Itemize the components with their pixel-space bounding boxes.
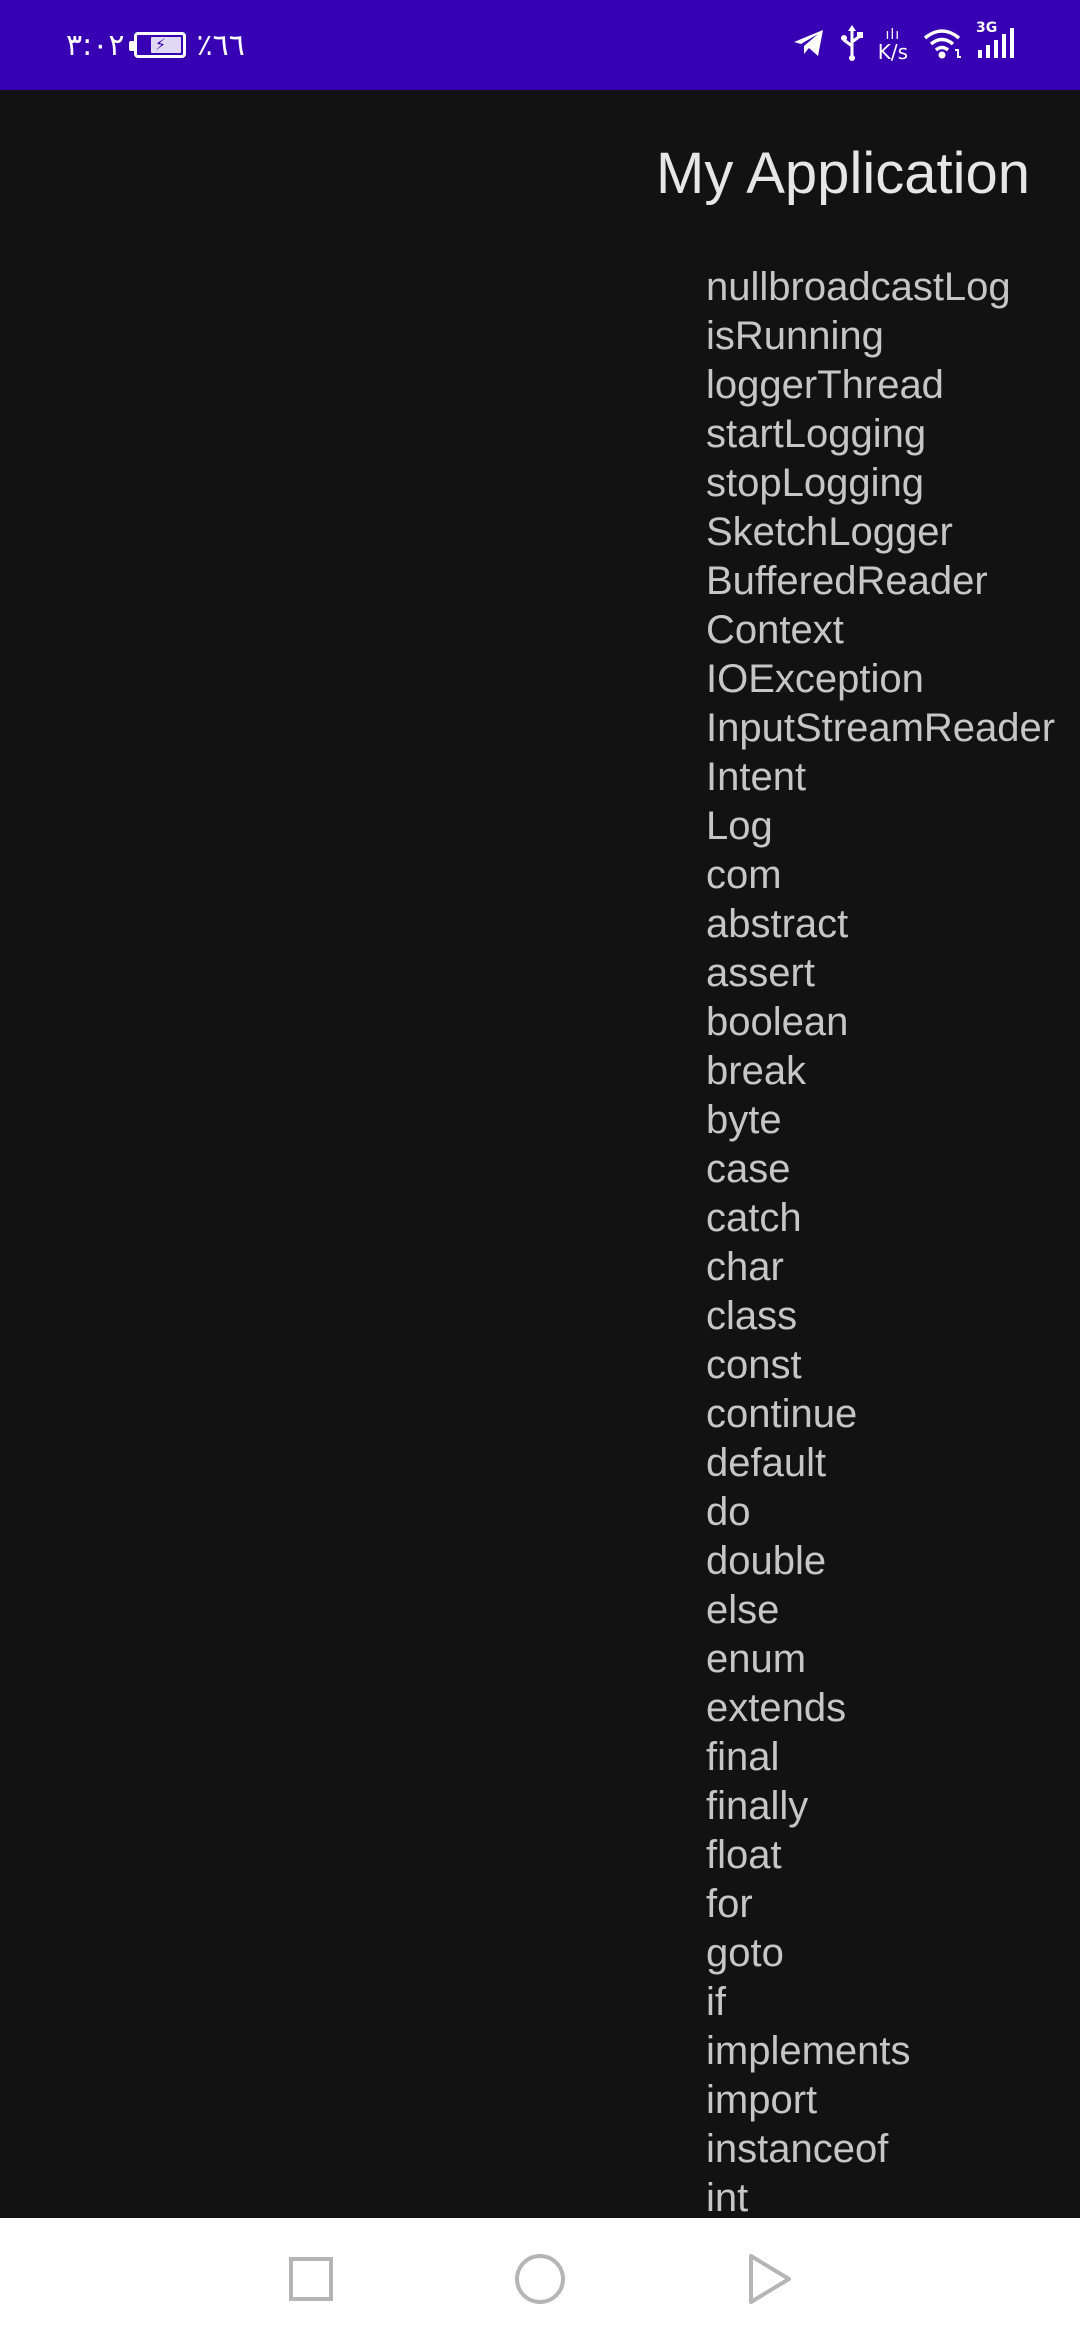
keyword-item: float [706,1833,782,1877]
keyword-item: int [706,2176,749,2218]
keyword-item: byte [706,1098,782,1142]
keyword-item: boolean [706,1000,849,1044]
keyword-item: isRunning [706,314,884,358]
keyword-list: nullbroadcastLog isRunning loggerThread sta… [706,263,1055,2218]
keyword-item: for [706,1882,753,1926]
app-title: My Application [656,141,1030,206]
network-speed-unit: K/s [877,40,908,64]
status-bar: ٣:٠٢ ⚡ ٪٦٦ ılı K/s 3G [0,0,1080,90]
keyword-item: startLogging [706,412,927,456]
keyword-item: Intent [706,755,807,799]
keyword-item: default [706,1441,827,1485]
keyword-item: const [706,1343,802,1387]
keyword-item: abstract [706,902,849,946]
back-icon [749,2254,791,2304]
keyword-item: continue [706,1392,858,1436]
clock: ٣:٠٢ [66,27,125,63]
keyword-item: SketchLogger [706,510,953,554]
keyword-item: Log [706,804,773,848]
keyword-item: stopLogging [706,461,924,505]
wifi-icon [922,27,962,63]
back-button[interactable] [735,2244,805,2314]
status-right-group: ılı K/s 3G [792,20,1014,68]
keyword-item: break [706,1049,807,1093]
keyword-item: loggerThread [706,363,944,407]
network-speed: ılı K/s [878,28,908,62]
keyword-item: if [706,1980,726,2024]
keyword-item: catch [706,1196,802,1240]
keyword-item: InputStreamReader [706,706,1056,750]
keyword-item: IOException [706,657,924,701]
keyword-item: nullbroadcastLog [706,265,1011,309]
keyword-item: do [706,1490,751,1534]
keyword-item: import [706,2078,818,2122]
keyword-item: assert [706,951,815,995]
signal-icon: 3G [976,20,1014,64]
status-left-group: ٣:٠٢ ⚡ ٪٦٦ [66,24,245,66]
keyword-item: com [706,853,782,897]
usb-icon [840,24,864,66]
keyword-item: extends [706,1686,847,1730]
network-type: 3G [976,20,998,36]
keyword-item: Context [706,608,844,652]
home-button[interactable] [505,2244,575,2314]
keyword-item: BufferedReader [706,559,988,603]
keyword-item: enum [706,1637,807,1681]
battery-icon: ⚡ [129,32,187,58]
keyword-item: double [706,1539,827,1583]
keyword-item: implements [706,2029,911,2073]
keyword-item: instanceof [706,2127,889,2171]
keyword-item: goto [706,1931,784,1975]
recent-apps-icon [289,2257,333,2301]
keyword-item: char [706,1245,784,1289]
keyword-item: final [706,1735,780,1779]
keyword-item: case [706,1147,791,1191]
navigation-bar [0,2218,1080,2340]
battery-percent: ٪٦٦ [196,27,245,63]
telegram-icon [792,28,826,62]
charging-bolt-icon: ⚡ [154,35,167,54]
keyword-item: else [706,1588,780,1632]
keyword-item: finally [706,1784,809,1828]
home-icon [515,2254,565,2304]
recent-apps-button[interactable] [276,2244,346,2314]
keyword-item: class [706,1294,798,1338]
